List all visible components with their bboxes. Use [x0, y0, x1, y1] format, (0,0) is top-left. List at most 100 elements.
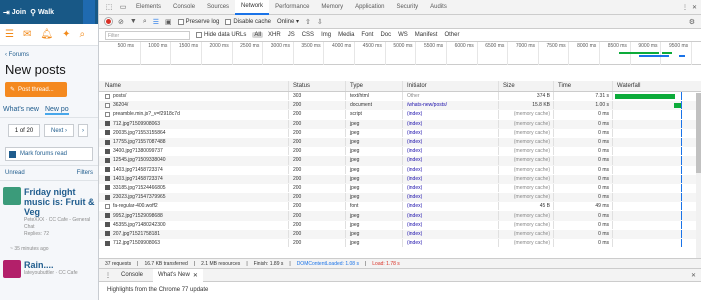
cell-name[interactable]: 36204/	[99, 101, 289, 110]
tab-close-icon[interactable]: ✕	[193, 272, 198, 279]
bell-icon[interactable]: 🔔︎	[40, 29, 53, 40]
col-initiator[interactable]: Initiator	[403, 81, 499, 91]
table-row[interactable]: 23023.jpg?1547379965 200 jpeg (index) (memor…	[99, 193, 701, 203]
col-name[interactable]: Name	[99, 81, 289, 91]
col-size[interactable]: Size	[499, 81, 554, 91]
tab-application[interactable]: Application	[349, 0, 390, 15]
tab-whats-new[interactable]: What's New ✕	[153, 268, 203, 282]
table-row[interactable]: 207.jpg?1521758181 200 jpeg (index) (memory …	[99, 229, 701, 239]
thread-title[interactable]: Friday night music is: Fruit & Veg	[24, 187, 95, 217]
thread-title[interactable]: Rain....	[24, 260, 78, 270]
cell-initiator[interactable]: (index)	[403, 220, 499, 229]
table-row[interactable]: 712.jpg?1509908063 200 jpeg (index) (memory …	[99, 239, 701, 248]
filter-type-js[interactable]: JS	[286, 32, 297, 38]
filter-type-img[interactable]: Img	[319, 32, 333, 38]
table-row[interactable]: 1403.jpg?1458723374 200 jpeg (index) (memory…	[99, 165, 701, 175]
table-row[interactable]: posts/303 text/html Other 374 B 7.31 s	[99, 92, 701, 101]
col-type[interactable]: Type	[346, 81, 403, 91]
drawer-menu-icon[interactable]: ⋮	[105, 272, 111, 279]
cell-name[interactable]: 1403.jpg?1458723374	[99, 174, 289, 183]
tab-new-posts[interactable]: New po	[44, 106, 69, 115]
tab-console[interactable]: Console	[121, 272, 143, 278]
table-row[interactable]: 712.jpg?1509908063 200 jpeg (index) (memory …	[99, 119, 701, 129]
cell-name[interactable]: 17755.jpg?1557087488	[99, 137, 289, 147]
last-page-button[interactable]: ›	[78, 124, 88, 137]
record-icon[interactable]	[105, 18, 112, 25]
table-row[interactable]: 12545.jpg?1509338040 200 jpeg (index) (memor…	[99, 156, 701, 166]
cell-initiator[interactable]: (index)	[403, 147, 499, 156]
cell-initiator[interactable]: (index)	[403, 183, 499, 193]
cell-initiator[interactable]: (index)	[403, 239, 499, 248]
group-icon[interactable]: ☰	[153, 18, 159, 26]
cell-name[interactable]: 1403.jpg?1458723374	[99, 165, 289, 174]
network-overview[interactable]: 500 ms 1000 ms 1500 ms 2000 ms 2500 ms 3000 m…	[99, 42, 701, 65]
export-icon[interactable]: ⇩	[317, 18, 323, 26]
table-row[interactable]: 20035.jpg?1553155864 200 jpeg (index) (memor…	[99, 128, 701, 138]
cell-name[interactable]: 23023.jpg?1547379965	[99, 193, 289, 202]
cell-name[interactable]: 3400.jpg?1380099737	[99, 147, 289, 156]
col-waterfall[interactable]: Waterfall	[613, 81, 701, 91]
filter-type-font[interactable]: Font	[359, 32, 375, 38]
cell-initiator[interactable]: (index)	[403, 156, 499, 165]
cell-initiator[interactable]: (index)	[403, 110, 499, 119]
device-toggle-icon[interactable]: ▭	[116, 0, 130, 15]
tab-elements[interactable]: Elements	[130, 0, 167, 15]
cell-name[interactable]: posts/	[99, 92, 289, 101]
filters-dropdown[interactable]: Filters	[77, 170, 93, 176]
clear-icon[interactable]: ⊘	[118, 18, 124, 26]
cell-name[interactable]: 20035.jpg?1553155864	[99, 128, 289, 137]
cell-name[interactable]: 712.jpg?1509908063	[99, 239, 289, 248]
tab-console[interactable]: Console	[167, 0, 201, 15]
cell-name[interactable]: 45355.jpg?1480242300	[99, 220, 289, 229]
col-time[interactable]: Time	[554, 81, 613, 91]
cell-initiator[interactable]: (index)	[403, 193, 499, 202]
tab-performance[interactable]: Performance	[269, 0, 315, 15]
cell-initiator[interactable]: (index)	[403, 229, 499, 238]
lightbulb-icon[interactable]: ✦	[62, 29, 70, 40]
cell-name[interactable]: fa-regular-400.woff2	[99, 202, 289, 211]
post-thread-button[interactable]: ✎ Post thread...	[5, 82, 67, 97]
cell-initiator[interactable]: (index)	[403, 202, 499, 211]
tab-security[interactable]: Security	[390, 0, 424, 15]
disable-cache-checkbox[interactable]: Disable cache	[225, 18, 271, 25]
cell-initiator[interactable]: (index)	[403, 211, 499, 220]
throttling-select[interactable]: Online ▾	[277, 18, 299, 25]
table-row[interactable]: preamble.min.js?_v=f2918c7d 200 script (ind…	[99, 110, 701, 119]
cell-initiator[interactable]: /whats-new/posts/	[403, 101, 499, 110]
tab-audits[interactable]: Audits	[424, 0, 453, 15]
tab-whats-new[interactable]: What's new	[3, 106, 39, 115]
screenshot-icon[interactable]: ▣	[165, 18, 172, 26]
filter-icon[interactable]: ▼	[130, 18, 137, 25]
filter-type-all[interactable]: All	[252, 32, 264, 38]
tab-memory[interactable]: Memory	[315, 0, 349, 15]
filter-type-doc[interactable]: Doc	[378, 32, 393, 38]
breadcrumb[interactable]: ‹ Forums	[0, 46, 98, 60]
join-button[interactable]: ⇥ Join	[3, 8, 26, 17]
filter-type-css[interactable]: CSS	[300, 32, 316, 38]
menu-icon[interactable]: ☰	[5, 29, 14, 40]
walk-button[interactable]: ⚲ Walk	[30, 8, 54, 17]
mail-icon[interactable]: ✉	[23, 29, 31, 40]
mark-forums-read-button[interactable]: Mark forums read	[5, 147, 93, 161]
filter-input[interactable]: Filter	[105, 30, 190, 40]
cell-name[interactable]: 207.jpg?1521758181	[99, 229, 289, 238]
tab-sources[interactable]: Sources	[201, 0, 235, 15]
cell-initiator[interactable]: (index)	[403, 119, 499, 128]
close-icon[interactable]: ✕	[691, 272, 701, 279]
filter-type-manifest[interactable]: Manifest	[413, 32, 440, 38]
table-row[interactable]: 36204/200 document/whats-new/posts/15.8 K…	[99, 101, 701, 111]
cell-initiator[interactable]: (index)	[403, 174, 499, 183]
import-icon[interactable]: ⇧	[305, 18, 311, 26]
table-row[interactable]: 3400.jpg?1380099737 200 jpeg (index) (memory…	[99, 147, 701, 156]
cell-initiator[interactable]: (index)	[403, 137, 499, 147]
table-scrollbar[interactable]	[696, 93, 701, 258]
more-icon[interactable]: ⋮	[682, 4, 688, 11]
cell-initiator[interactable]: (index)	[403, 165, 499, 174]
gear-icon[interactable]: ⚙	[689, 18, 701, 26]
preserve-log-checkbox[interactable]: Preserve log	[177, 18, 219, 25]
search-icon[interactable]: ⌕	[143, 18, 147, 26]
inspect-icon[interactable]: ⬚	[102, 0, 116, 15]
cell-initiator[interactable]: (index)	[403, 128, 499, 137]
close-icon[interactable]: ✕	[692, 4, 697, 11]
next-button[interactable]: Next ›	[44, 124, 74, 137]
